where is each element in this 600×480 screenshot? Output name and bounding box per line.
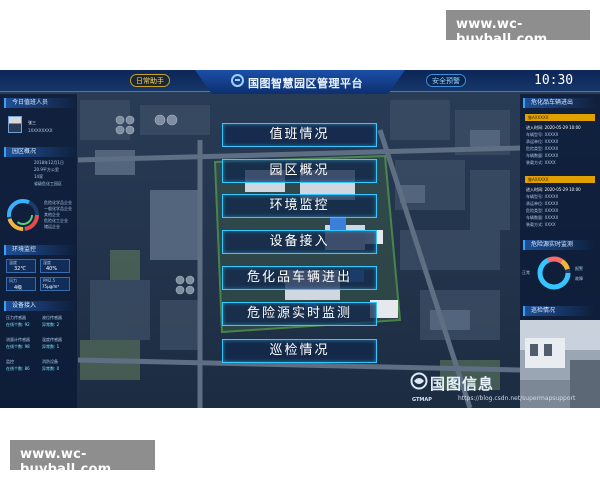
watermark-bottom: www.wc-buyball.com	[10, 440, 155, 477]
menu-environment-monitoring[interactable]: 环境监控	[222, 194, 377, 218]
device-value-4: 异常数: 1	[42, 344, 60, 349]
vehicle-2-line-4: 车辆数量: XXXXX	[526, 215, 559, 220]
menu-inspection[interactable]: 巡检情况	[222, 339, 377, 363]
menu-duty[interactable]: 值班情况	[222, 123, 377, 147]
vehicle-1-line-1: 车辆型号: XXXXX	[526, 132, 559, 137]
page: www.wc-buyball.com 国图智慧园区管理平台 日常助手 安全预警 …	[0, 0, 600, 480]
hazard-panel-title: 危险源实时监测	[523, 240, 595, 250]
device-panel-title: 设备接入	[4, 301, 76, 311]
ring-legend-4: 危险化工企业	[44, 218, 68, 223]
overview-panel-title: 园区概况	[4, 147, 76, 157]
ring-legend-5: 储运企业	[44, 224, 60, 229]
vehicle-plate-1[interactable]: 鲁AXXXXX	[525, 114, 595, 121]
device-label-1: 压力传感器	[6, 315, 26, 320]
vehicle-2-line-1: 车辆型号: XXXXX	[526, 194, 559, 199]
enterprise-ring-chart	[7, 199, 39, 231]
overview-line-2: 20.9平方公里	[34, 167, 59, 172]
source-url: https://blog.csdn.net/supermapsupport	[458, 395, 576, 402]
device-label-3: 流量计传感器	[6, 337, 30, 342]
vehicle-1-line-5: 装载方式: XXXX	[526, 160, 556, 165]
env-value-humidity: 40%	[46, 266, 58, 272]
env-value-pm25: 75μg/m³	[42, 284, 60, 289]
duty-avatar	[8, 116, 22, 133]
device-value-1: 在线个数: 92	[6, 322, 30, 327]
globe-logo-icon	[231, 74, 244, 87]
vehicle-2-line-5: 装载方式: XXXX	[526, 222, 556, 227]
env-label-pm25: PM2.5	[43, 278, 56, 283]
clock-time: 10:30	[534, 73, 574, 88]
menu-park-overview[interactable]: 园区概况	[222, 159, 377, 183]
ring-legend-1: 危险化学品企业	[44, 200, 72, 205]
duty-name: 张三	[28, 120, 36, 125]
vehicle-2-line-2: 承运单位: XXXXX	[526, 201, 559, 206]
ring-legend-2: 一般化学品企业	[44, 206, 72, 211]
vehicle-time-2: 进入时间: 2020-05-29 10:00	[526, 187, 581, 192]
ring-legend-3: 其他企业	[44, 212, 60, 217]
safety-warning-button[interactable]: 安全预警	[426, 74, 466, 87]
vehicle-2-line-3: 危险类型: XXXXX	[526, 208, 559, 213]
brand-sub: GTMAP	[412, 397, 432, 403]
device-label-2: 液位传感器	[42, 315, 62, 320]
device-value-6: 异常数: 0	[42, 366, 60, 371]
hazard-legend-fault: 故障	[575, 276, 583, 281]
daily-assistant-button[interactable]: 日常助手	[130, 74, 170, 87]
device-value-5: 在线个数: 86	[6, 366, 30, 371]
vehicle-time-1: 进入时间: 2020-05-29 10:00	[526, 125, 581, 130]
menu-hazardous-vehicles[interactable]: 危化品车辆进出	[222, 266, 377, 290]
device-label-6: 消防设备	[42, 359, 58, 364]
menu-device-access[interactable]: 设备接入	[222, 230, 377, 254]
vehicle-1-line-2: 承运单位: XXXXX	[526, 139, 559, 144]
hazard-donut-chart	[537, 256, 571, 290]
device-value-3: 在线个数: 98	[6, 344, 30, 349]
overview-line-4: 省级危化工园区	[34, 181, 62, 186]
hazard-legend-normal: 正常	[522, 270, 530, 275]
overview-line-1: 2018年12月1日	[34, 160, 64, 165]
device-value-2: 异常数: 2	[42, 322, 60, 327]
device-label-5: 监控	[6, 359, 14, 364]
vehicles-panel-title: 危化品车辆进出	[523, 98, 595, 108]
menu-hazard-monitoring[interactable]: 危险源实时监测	[222, 302, 377, 326]
vehicle-1-line-3: 危险类型: XXXXX	[526, 146, 559, 151]
brand-name: 国图信息	[430, 375, 495, 393]
env-value-temp: 32℃	[14, 266, 26, 272]
watermark-top: www.wc-buyball.com	[446, 10, 590, 47]
inspection-panel-title: 巡检情况	[523, 306, 595, 316]
dashboard-screenshot: 国图智慧园区管理平台 日常助手 安全预警 10:30 今日值班人员 张三 1XX…	[0, 70, 600, 408]
gtmap-logo-icon	[410, 372, 428, 390]
device-label-4: 温度传感器	[42, 337, 62, 342]
vehicle-plate-2[interactable]: 鲁AXXXXX	[525, 176, 595, 183]
env-panel-title: 环境监控	[4, 245, 76, 255]
env-value-wind: 4级	[14, 285, 23, 291]
hazard-legend-alarm: 报警	[575, 266, 583, 271]
left-panel: 今日值班人员 张三 1XXXXXXXX 园区概况 2018年12月1日 20.9…	[0, 94, 77, 408]
page-title: 国图智慧园区管理平台	[248, 77, 363, 90]
env-label-wind: 风力	[9, 278, 17, 283]
env-label-humidity: 湿度	[43, 260, 51, 265]
vehicle-1-line-4: 车辆数量: XXXXX	[526, 153, 559, 158]
overview-line-3: 14家	[34, 174, 44, 179]
env-label-temp: 温度	[9, 260, 17, 265]
duty-panel-title: 今日值班人员	[4, 98, 76, 108]
duty-phone: 1XXXXXXXX	[28, 128, 53, 133]
